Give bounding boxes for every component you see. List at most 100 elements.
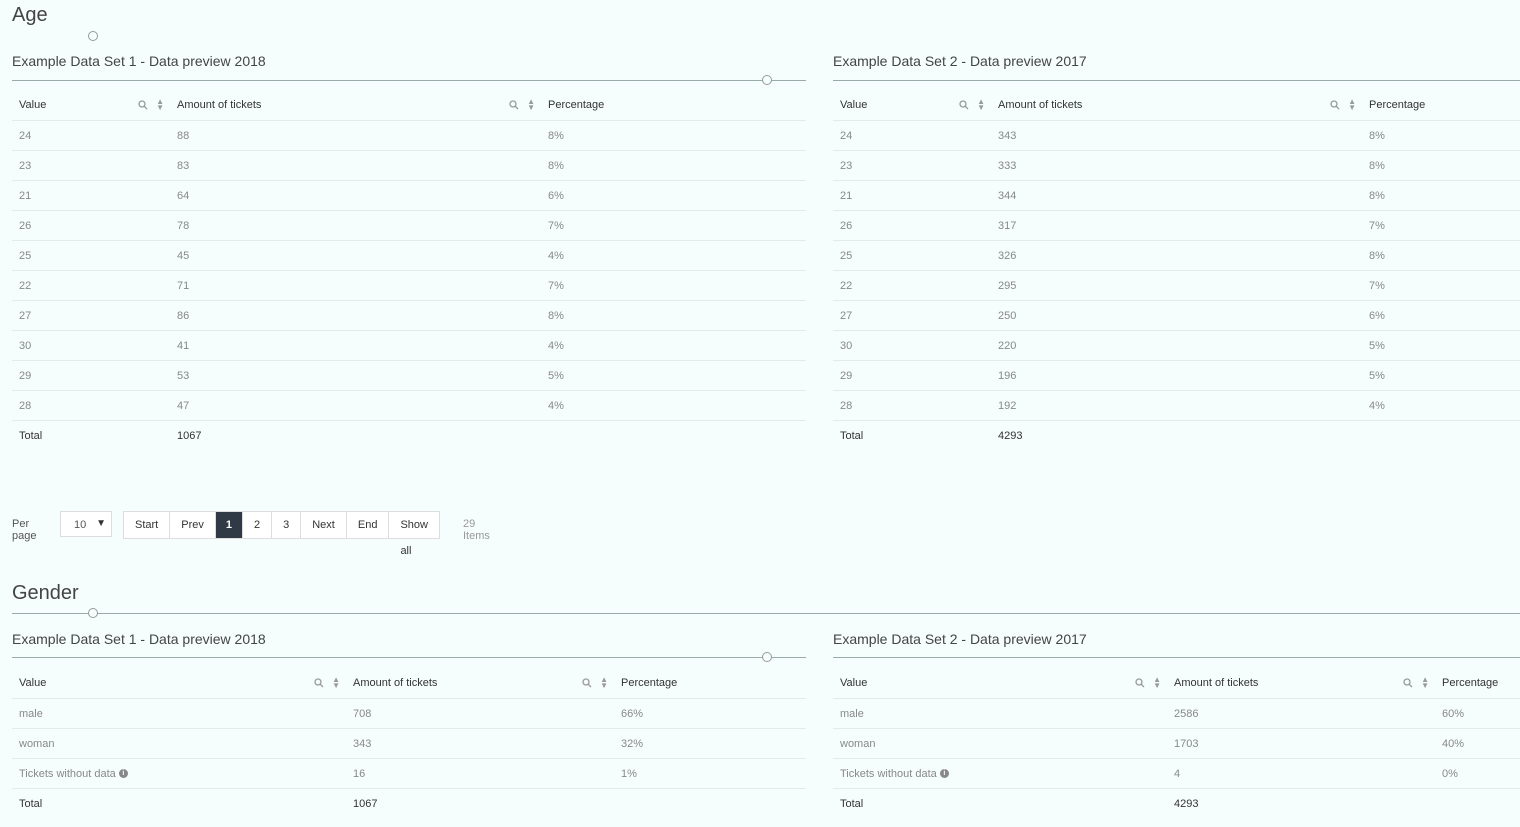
search-icon[interactable] [1403, 678, 1413, 688]
table-row: 23 83 8% [12, 150, 806, 181]
table-cell: 8% [541, 120, 806, 151]
column-header-value: Value ▲ ▼ [833, 90, 991, 121]
table-cell: 333 [991, 150, 1362, 181]
table-row: 28 192 4% [833, 390, 1520, 421]
pager-button-next[interactable]: Next [301, 512, 347, 538]
table-row: 27 86 8% [12, 300, 806, 331]
search-icon[interactable] [138, 100, 148, 110]
table-cell: 6% [541, 180, 806, 211]
search-icon[interactable] [314, 678, 324, 688]
table-row: Tickets without data i 16 1% [12, 758, 806, 789]
info-icon[interactable]: i [939, 769, 949, 779]
table-cell: 7% [1362, 270, 1520, 301]
gender-left-divider [12, 657, 806, 658]
table-cell: 30 [12, 330, 170, 361]
table-cell: Tickets without data i [12, 758, 346, 789]
pager-button-prev[interactable]: Prev [170, 512, 216, 538]
column-header-percentage: Percentage [541, 90, 806, 121]
table-row: 29 196 5% [833, 360, 1520, 391]
table-cell: 5% [1362, 360, 1520, 391]
age-section-title: Age [12, 4, 48, 26]
gender-left-table: Value ▲ ▼ Amount of tickets ▲ ▼ Percentage… [12, 668, 806, 818]
table-cell: 2586 [1167, 698, 1435, 729]
table-cell: 4% [541, 330, 806, 361]
pager-button-3[interactable]: 3 [272, 512, 302, 538]
column-header-amount: Amount of tickets ▲ ▼ [991, 90, 1362, 121]
items-count: 29 Items [463, 518, 490, 542]
table-cell: 66% [614, 698, 806, 729]
total-row: Total 1067 [12, 789, 806, 819]
search-icon[interactable] [1330, 100, 1340, 110]
table-row: 26 78 7% [12, 210, 806, 241]
info-icon[interactable]: i [118, 769, 128, 779]
total-cell: 4293 [998, 429, 1023, 442]
sort-icon[interactable]: ▲ ▼ [977, 98, 985, 112]
column-header-percentage: Percentage [614, 668, 806, 699]
table-row: 26 317 7% [833, 210, 1520, 241]
sort-icon[interactable]: ▲ ▼ [1348, 98, 1356, 112]
table-row: woman 343 32% [12, 728, 806, 759]
sort-icon[interactable]: ▲ ▼ [527, 98, 535, 112]
table-cell: male [12, 698, 346, 729]
pager-button-start[interactable]: Start [124, 512, 171, 538]
table-row: 25 45 4% [12, 240, 806, 271]
table-row: 23 333 8% [833, 150, 1520, 181]
pager-button-2[interactable]: 2 [243, 512, 273, 538]
gender-right-title: Example Data Set 2 - Data preview 2017 [833, 631, 1087, 647]
table-cell: 41 [170, 330, 541, 361]
table-cell: 22 [833, 270, 991, 301]
table-cell: 47 [170, 390, 541, 421]
sort-icon[interactable]: ▲ ▼ [1153, 676, 1161, 690]
age-slider-handle[interactable] [88, 31, 98, 41]
pager-button-1[interactable]: 1 [215, 512, 243, 538]
table-cell: 26 [833, 210, 991, 241]
column-header-amount: Amount of tickets ▲ ▼ [346, 668, 614, 699]
gender-left-title: Example Data Set 1 - Data preview 2018 [12, 631, 266, 647]
column-header-value: Value ▲ ▼ [12, 90, 170, 121]
table-row: 29 53 5% [12, 360, 806, 391]
table-cell: 4% [541, 390, 806, 421]
table-cell: 4 [1167, 758, 1435, 789]
table-cell: 8% [1362, 120, 1520, 151]
column-header-amount: Amount of tickets ▲ ▼ [1167, 668, 1435, 699]
search-icon[interactable] [509, 100, 519, 110]
gender-divider [12, 613, 1520, 614]
total-cell [541, 421, 806, 451]
table-cell: 343 [346, 728, 614, 759]
pager-button-show-all[interactable]: Show all [389, 512, 439, 557]
table-cell: 8% [541, 150, 806, 181]
sort-icon[interactable]: ▲ ▼ [156, 98, 164, 112]
table-cell: 45 [170, 240, 541, 271]
total-cell [614, 789, 806, 819]
table-cell: 5% [541, 360, 806, 391]
table-cell: 25 [833, 240, 991, 271]
table-cell: 40% [1435, 728, 1520, 759]
age-left-slider-handle[interactable] [762, 75, 772, 85]
table-cell: male [833, 698, 1167, 729]
total-cell: 4293 [1174, 797, 1199, 810]
gender-left-slider-handle[interactable] [762, 652, 772, 662]
table-cell: 71 [170, 270, 541, 301]
table-cell: 21 [12, 180, 170, 211]
gender-right-table: Value ▲ ▼ Amount of tickets ▲ ▼ Percentage… [833, 668, 1520, 818]
sort-icon[interactable]: ▲ ▼ [600, 676, 608, 690]
total-cell: Total [840, 429, 864, 442]
search-icon[interactable] [1135, 678, 1145, 688]
gender-slider-handle[interactable] [88, 608, 98, 618]
total-cell [1362, 421, 1520, 451]
search-icon[interactable] [959, 100, 969, 110]
table-row: 30 41 4% [12, 330, 806, 361]
column-header-amount: Amount of tickets ▲ ▼ [170, 90, 541, 121]
table-cell: 28 [833, 390, 991, 421]
per-page-select[interactable]: 10 ▼ [60, 511, 112, 537]
column-header-percentage: Percentage [1435, 668, 1520, 699]
table-cell: 53 [170, 360, 541, 391]
sort-icon[interactable]: ▲ ▼ [1421, 676, 1429, 690]
table-row: 24 343 8% [833, 120, 1520, 151]
total-cell: 1067 [353, 797, 378, 810]
table-cell: 250 [991, 300, 1362, 331]
pager-button-end[interactable]: End [347, 512, 390, 538]
gender-section-title: Gender [12, 582, 79, 604]
search-icon[interactable] [582, 678, 592, 688]
sort-icon[interactable]: ▲ ▼ [332, 676, 340, 690]
